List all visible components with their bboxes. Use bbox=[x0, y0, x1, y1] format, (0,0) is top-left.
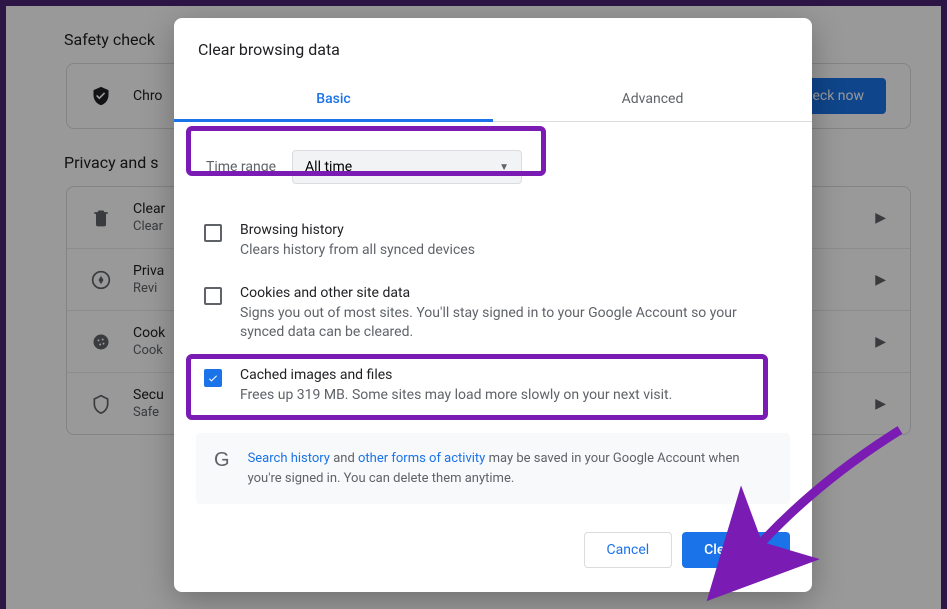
info-text: Search history and other forms of activi… bbox=[248, 449, 772, 488]
item-sub: Signs you out of most sites. You'll stay… bbox=[240, 304, 782, 343]
item-sub: Clears history from all synced devices bbox=[240, 241, 475, 261]
time-range-select[interactable]: All time ▼ bbox=[292, 150, 522, 184]
clear-browsing-data-dialog: Clear browsing data Basic Advanced Time … bbox=[174, 18, 812, 592]
cookies-item: Cookies and other site data Signs you ou… bbox=[174, 275, 812, 357]
tab-basic[interactable]: Basic bbox=[174, 79, 493, 122]
dialog-actions: Cancel Clear data bbox=[174, 504, 812, 572]
time-range-value: All time bbox=[305, 159, 352, 175]
item-title: Cached images and files bbox=[240, 367, 672, 383]
other-activity-link[interactable]: other forms of activity bbox=[358, 451, 485, 466]
cancel-button[interactable]: Cancel bbox=[584, 532, 673, 568]
time-range-row: Time range All time ▼ bbox=[196, 140, 790, 194]
browsing-history-item: Browsing history Clears history from all… bbox=[174, 212, 812, 275]
dialog-title: Clear browsing data bbox=[174, 18, 812, 79]
cached-files-item: Cached images and files Frees up 319 MB.… bbox=[174, 357, 812, 420]
time-range-label: Time range bbox=[206, 159, 276, 175]
chevron-down-icon: ▼ bbox=[499, 162, 509, 173]
google-account-info: G Search history and other forms of acti… bbox=[196, 433, 790, 504]
item-title: Browsing history bbox=[240, 222, 475, 238]
item-sub: Frees up 319 MB. Some sites may load mor… bbox=[240, 386, 672, 406]
cookies-checkbox[interactable] bbox=[204, 287, 222, 305]
dialog-tabs: Basic Advanced bbox=[174, 79, 812, 122]
google-g-icon: G bbox=[214, 449, 230, 472]
browsing-history-checkbox[interactable] bbox=[204, 224, 222, 242]
cached-files-checkbox[interactable] bbox=[204, 369, 222, 387]
clear-data-button[interactable]: Clear data bbox=[682, 532, 790, 568]
search-history-link[interactable]: Search history bbox=[248, 451, 330, 466]
item-title: Cookies and other site data bbox=[240, 285, 782, 301]
checkmark-icon bbox=[207, 372, 219, 384]
tab-advanced[interactable]: Advanced bbox=[493, 79, 812, 121]
